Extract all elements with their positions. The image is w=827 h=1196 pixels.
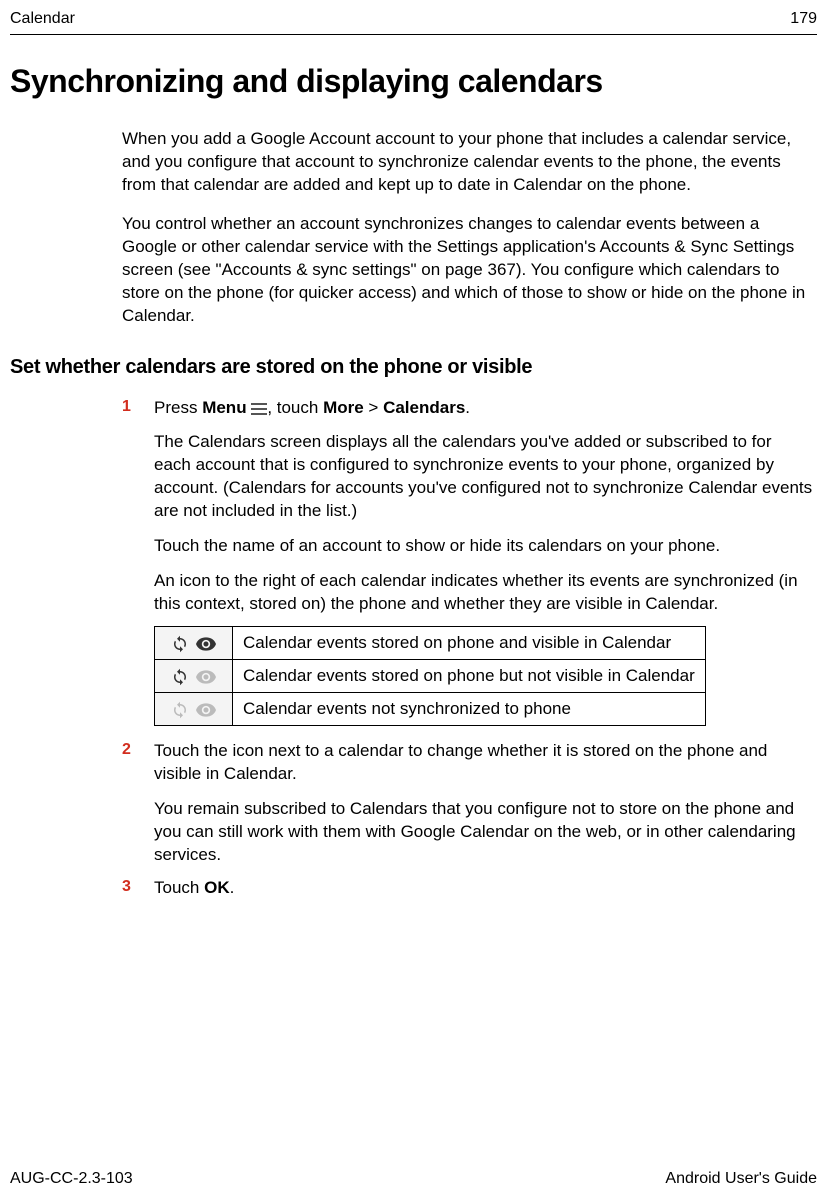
- icon-notsync: [155, 693, 233, 726]
- footer-guide-name: Android User's Guide: [665, 1170, 817, 1188]
- table-row: Calendar events stored on phone but not …: [155, 660, 706, 693]
- step-1-line-1: Press Menu , touch More > Calendars.: [154, 397, 813, 420]
- header-section: Calendar: [10, 10, 75, 28]
- sync-icon: [171, 668, 189, 686]
- step-content: Touch the icon next to a calendar to cha…: [154, 740, 813, 867]
- eye-icon-dim: [196, 670, 216, 684]
- page-header: Calendar 179: [10, 10, 817, 35]
- step-1-p4: An icon to the right of each calendar in…: [154, 570, 813, 616]
- step-1-p3: Touch the name of an account to show or …: [154, 535, 813, 558]
- step-3-line: Touch OK.: [154, 877, 813, 900]
- step-1: 1 Press Menu , touch More > Calendars. T…: [122, 397, 813, 617]
- page-title: Synchronizing and displaying calendars: [10, 63, 817, 100]
- icon-sync-visible: [155, 627, 233, 660]
- icon-desc: Calendar events stored on phone but not …: [233, 660, 706, 693]
- step-2-p1: Touch the icon next to a calendar to cha…: [154, 740, 813, 786]
- step-2: 2 Touch the icon next to a calendar to c…: [122, 740, 813, 867]
- step-3: 3 Touch OK.: [122, 877, 813, 900]
- table-row: Calendar events stored on phone and visi…: [155, 627, 706, 660]
- step-number: 1: [122, 397, 154, 617]
- table-row: Calendar events not synchronized to phon…: [155, 693, 706, 726]
- icon-desc: Calendar events stored on phone and visi…: [233, 627, 706, 660]
- page-footer: AUG-CC-2.3-103 Android User's Guide: [10, 1164, 817, 1188]
- sync-icon-dim: [171, 701, 189, 719]
- page-number: 179: [790, 10, 817, 28]
- step-1-p2: The Calendars screen displays all the ca…: [154, 431, 813, 523]
- icon-legend-table: Calendar events stored on phone and visi…: [154, 626, 706, 726]
- sync-icon: [171, 635, 189, 653]
- footer-doc-id: AUG-CC-2.3-103: [10, 1170, 133, 1188]
- step-content: Touch OK.: [154, 877, 813, 900]
- eye-icon-dim: [196, 703, 216, 717]
- step-2-p2: You remain subscribed to Calendars that …: [154, 798, 813, 867]
- icon-sync-notvisible: [155, 660, 233, 693]
- intro-paragraph-1: When you add a Google Account account to…: [122, 128, 813, 197]
- icon-desc: Calendar events not synchronized to phon…: [233, 693, 706, 726]
- step-number: 3: [122, 877, 154, 900]
- subheading: Set whether calendars are stored on the …: [10, 356, 817, 379]
- eye-icon: [196, 637, 216, 651]
- intro-paragraph-2: You control whether an account synchroni…: [122, 213, 813, 328]
- step-content: Press Menu , touch More > Calendars. The…: [154, 397, 813, 617]
- step-number: 2: [122, 740, 154, 867]
- menu-icon: [251, 402, 267, 415]
